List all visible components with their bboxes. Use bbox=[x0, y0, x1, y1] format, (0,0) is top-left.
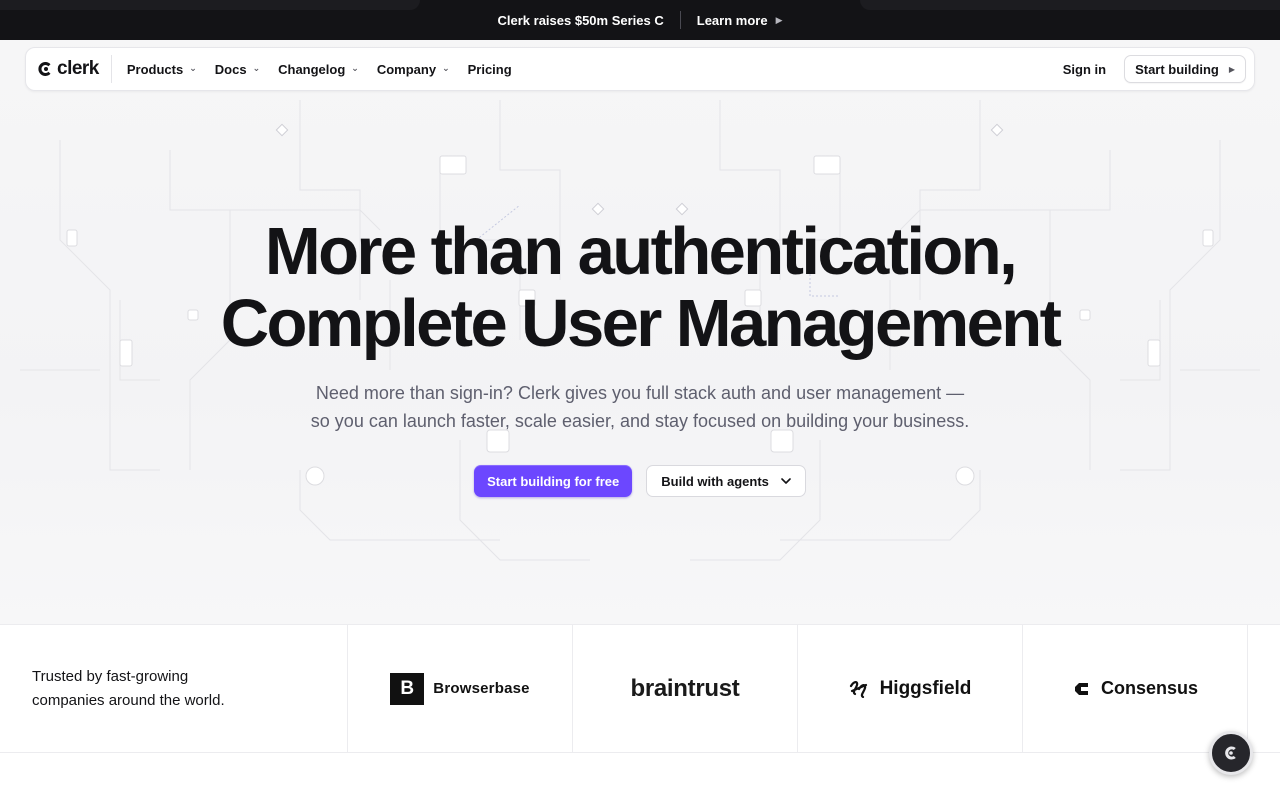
clerk-logo-icon bbox=[38, 62, 51, 76]
nav-item-label: Company bbox=[376, 61, 437, 77]
headline-line-1: More than authentication, bbox=[264, 214, 1018, 289]
play-triangle-icon: ▶ bbox=[775, 14, 783, 25]
logo-browserbase: B Browserbase bbox=[348, 625, 573, 752]
sign-in-link[interactable]: Sign in bbox=[1063, 62, 1106, 77]
consensus-logo-icon bbox=[1074, 682, 1088, 695]
headline-line-2: Complete User Management bbox=[220, 286, 1062, 361]
start-building-label: Start building bbox=[1135, 61, 1219, 77]
logo-higgsfield: Higgsfield bbox=[798, 625, 1023, 752]
start-building-free-button[interactable]: Start building for free bbox=[474, 465, 633, 497]
consensus-wordmark: Consensus bbox=[1100, 678, 1199, 698]
announcement-bar: Clerk raises $50m Series C Learn more ▶ bbox=[0, 0, 1280, 40]
logo-wordmark: clerk bbox=[57, 58, 99, 79]
logo-consensus: Consensus bbox=[1023, 625, 1248, 752]
build-with-agents-button[interactable]: Build with agents bbox=[646, 465, 806, 497]
nav-actions: Sign in Start building ▶ bbox=[1063, 55, 1246, 83]
subtitle-line-1: Need more than sign-in? Clerk gives you … bbox=[315, 383, 965, 403]
trusted-by-line-1: Trusted by fast-growing bbox=[32, 668, 189, 685]
main-nav: clerk Products ⌄ Docs ⌄ Changelog ⌄ Comp… bbox=[25, 47, 1255, 91]
chevron-down-icon bbox=[781, 478, 791, 484]
nav-item-label: Products bbox=[126, 61, 184, 77]
subtitle-line-2: so you can launch faster, scale easier, … bbox=[310, 411, 970, 431]
braintrust-wordmark: braintrust bbox=[630, 674, 740, 702]
logo-braintrust: braintrust bbox=[573, 625, 798, 752]
hero-subtitle: Need more than sign-in? Clerk gives you … bbox=[0, 379, 1280, 435]
hero-headline: More than authentication, Complete User … bbox=[0, 216, 1280, 360]
learn-more-link[interactable]: Learn more ▶ bbox=[697, 13, 783, 28]
help-chat-button[interactable] bbox=[1209, 731, 1253, 775]
clerk-logo[interactable]: clerk bbox=[38, 55, 112, 83]
nav-item-changelog[interactable]: Changelog ⌄ bbox=[271, 56, 366, 83]
nav-item-docs[interactable]: Docs ⌄ bbox=[208, 56, 267, 83]
higgsfield-wordmark: Higgsfield bbox=[879, 677, 972, 699]
announcement-text: Clerk raises $50m Series C bbox=[497, 12, 664, 28]
announcement-notch-right bbox=[860, 0, 1280, 10]
chevron-down-icon: ⌄ bbox=[252, 62, 261, 73]
nav-item-label: Docs bbox=[214, 61, 247, 77]
clerk-help-icon bbox=[1225, 746, 1236, 760]
trusted-by-line-2: companies around the world. bbox=[32, 692, 225, 709]
learn-more-label: Learn more bbox=[696, 12, 768, 28]
trusted-by-section: Trusted by fast-growing companies around… bbox=[0, 624, 1280, 753]
hero-cta-row: Start building for free Build with agent… bbox=[0, 465, 1280, 497]
nav-item-company[interactable]: Company ⌄ bbox=[370, 56, 457, 83]
start-building-button[interactable]: Start building ▶ bbox=[1124, 55, 1246, 83]
nav-item-label: Changelog bbox=[278, 61, 346, 77]
higgsfield-logo-icon bbox=[849, 680, 867, 698]
announcement-notch-left bbox=[0, 0, 420, 10]
chevron-down-icon: ⌄ bbox=[442, 62, 450, 73]
announcement-divider bbox=[679, 11, 681, 29]
browserbase-logo-icon: B bbox=[390, 672, 425, 705]
nav-item-pricing[interactable]: Pricing bbox=[461, 56, 519, 83]
play-triangle-icon: ▶ bbox=[1228, 64, 1235, 74]
nav-item-products[interactable]: Products ⌄ bbox=[120, 56, 204, 83]
nav-item-label: Pricing bbox=[467, 61, 512, 77]
chevron-down-icon: ⌄ bbox=[189, 62, 197, 73]
browserbase-wordmark: Browserbase bbox=[433, 680, 530, 697]
trusted-by-text: Trusted by fast-growing companies around… bbox=[0, 625, 348, 752]
nav-links: Products ⌄ Docs ⌄ Changelog ⌄ Company ⌄ … bbox=[120, 56, 519, 83]
chevron-down-icon: ⌄ bbox=[351, 62, 359, 73]
build-with-agents-label: Build with agents bbox=[661, 473, 769, 489]
